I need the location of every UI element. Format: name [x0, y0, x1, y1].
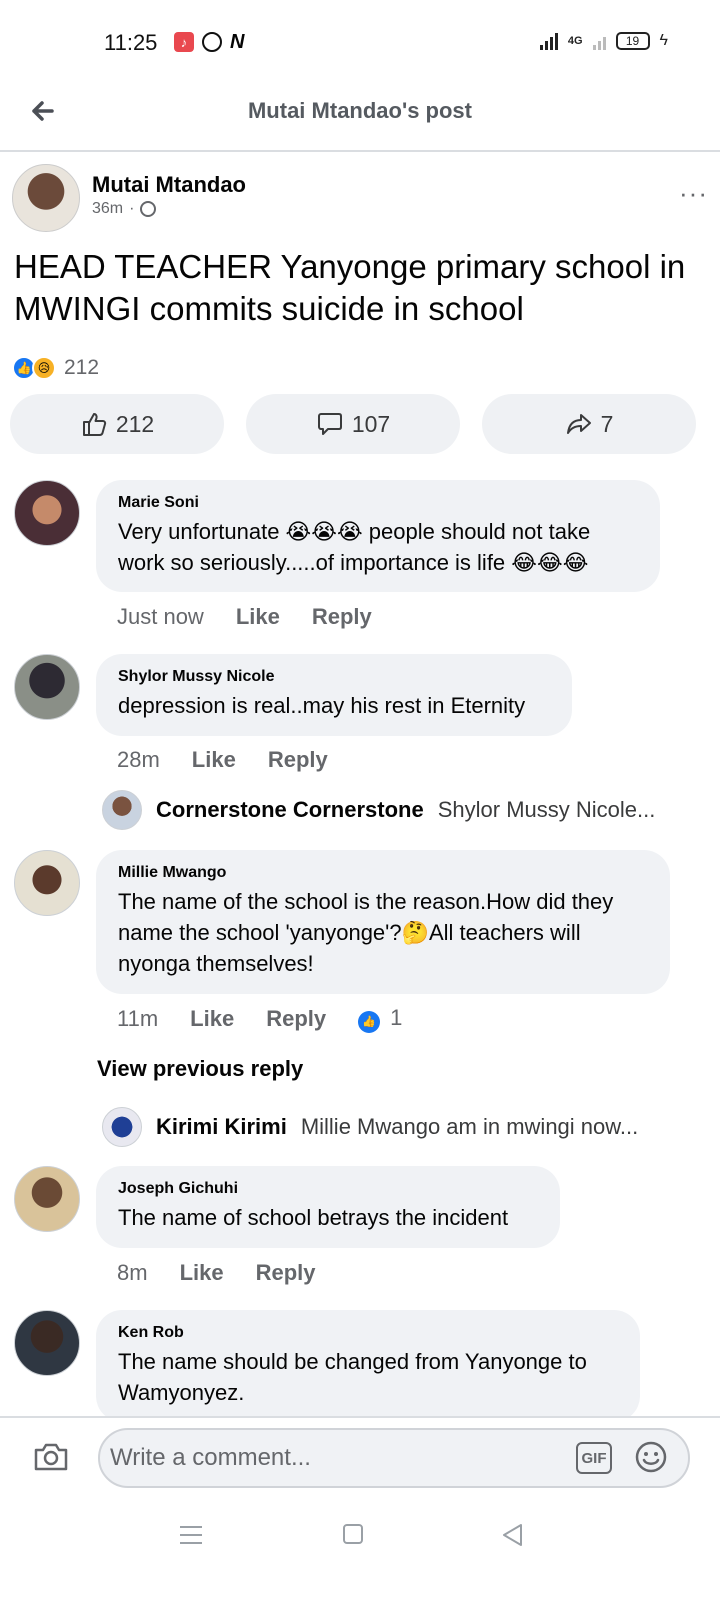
page-title: Mutai Mtandao's post [247, 98, 472, 123]
globe-icon [140, 201, 157, 217]
like-count: 212 [115, 410, 155, 437]
status-bar: 11:25 ♪ N 4G 19 ϟ [0, 0, 720, 80]
comment-reply-button[interactable]: Reply [266, 1006, 326, 1032]
comment-text: The name of school betrays the incident [118, 1205, 509, 1230]
comment-text: The name of the school is the reason.How… [118, 889, 614, 976]
comment-reply-button[interactable]: Reply [268, 747, 328, 773]
comment-time: 8m [117, 1260, 148, 1285]
commenter-name[interactable]: Joseph Gichuhi [118, 1180, 538, 1198]
comment-text: The name should be changed from Yanyonge… [118, 1349, 587, 1405]
like-button[interactable]: 212 [10, 394, 224, 454]
commenter-avatar-marie[interactable] [14, 480, 80, 546]
post-action-row: 212 107 7 [10, 394, 710, 454]
comment-like-button[interactable]: Like [190, 1006, 234, 1032]
network-type: 4G [567, 35, 583, 47]
reply-text: Shylor Mussy Nicole... [437, 797, 656, 822]
author-avatar[interactable] [12, 164, 80, 232]
comment-input[interactable] [110, 1438, 570, 1478]
comment-reply-button[interactable]: Reply [256, 1260, 316, 1286]
home-icon[interactable] [343, 1524, 363, 1544]
reply-author[interactable]: Kirimi Kirimi [156, 1114, 287, 1140]
status-indicators: 4G 19 ϟ [539, 32, 668, 50]
signal-secondary-icon [592, 32, 606, 50]
comment-reply-button[interactable]: Reply [312, 604, 372, 630]
battery-icon: 19 [615, 32, 650, 50]
comment-text: depression is real..may his rest in Eter… [118, 693, 526, 718]
gif-icon[interactable]: GIF [576, 1442, 612, 1474]
commenter-avatar-millie[interactable] [14, 850, 80, 916]
like-reaction-icon: 👍 [358, 1010, 381, 1033]
reaction-count: 212 [64, 356, 100, 379]
comment-like-button[interactable]: Like [192, 747, 236, 773]
commenter-avatar-joseph[interactable] [14, 1166, 80, 1232]
comment-actions: 11m Like Reply 👍 1 [117, 1005, 402, 1033]
comment-composer: GIF [0, 1416, 720, 1502]
commenter-name[interactable]: Marie Soni [118, 494, 638, 512]
post-time: 36m [92, 200, 124, 217]
commenter-name[interactable]: Ken Rob [118, 1324, 618, 1342]
post-header: Mutai Mtandao's post [0, 80, 720, 152]
camera-icon[interactable] [32, 1438, 70, 1476]
comment-text: Very unfortunate 😭😭😭 people should not t… [118, 519, 591, 575]
status-app-icons: ♪ N [174, 32, 244, 52]
comment-time: 28m [117, 747, 160, 772]
comment-actions: 8m Like Reply [117, 1260, 316, 1286]
comment-icon [317, 413, 342, 435]
reactions-summary[interactable]: 👍 😥 212 [12, 356, 99, 380]
share-icon [566, 414, 591, 434]
system-nav-bar [0, 1504, 720, 1600]
whatsapp-icon [202, 32, 222, 52]
status-time: 11:25 [104, 30, 158, 55]
commenter-name[interactable]: Shylor Mussy Nicole [118, 668, 550, 686]
comment-like-button[interactable]: Like [180, 1260, 224, 1286]
comment-reactions[interactable]: 👍 1 [358, 1005, 402, 1033]
post-author-row: Mutai Mtandao 36m · ··· [12, 164, 708, 234]
reply-preview[interactable]: Cornerstone Cornerstone Shylor Mussy Nic… [102, 790, 672, 830]
battery-level: 19 [625, 34, 640, 48]
comment-actions: Just now Like Reply [117, 604, 372, 630]
sad-reaction-icon: 😥 [32, 356, 56, 380]
comment-button[interactable]: 107 [246, 394, 460, 454]
charging-icon: ϟ [659, 32, 668, 49]
more-options-icon[interactable]: ··· [679, 178, 708, 209]
comment-count: 107 [351, 410, 391, 437]
comment-bubble[interactable]: Ken Rob The name should be changed from … [96, 1310, 640, 1422]
post-meta: 36m · [92, 200, 157, 218]
share-count: 7 [600, 410, 614, 437]
meta-separator: · [129, 200, 135, 217]
comment-like-count: 1 [390, 1005, 403, 1030]
comment-bubble[interactable]: Millie Mwango The name of the school is … [96, 850, 670, 994]
view-previous-reply[interactable]: View previous reply [97, 1056, 303, 1082]
tiktok-icon: ♪ [174, 32, 194, 52]
comment-like-button[interactable]: Like [236, 604, 280, 630]
comment-bubble[interactable]: Marie Soni Very unfortunate 😭😭😭 people s… [96, 480, 660, 592]
emoji-icon[interactable] [634, 1440, 668, 1474]
author-name[interactable]: Mutai Mtandao [92, 172, 246, 198]
commenter-name[interactable]: Millie Mwango [118, 864, 648, 882]
reply-preview[interactable]: Kirimi Kirimi Millie Mwango am in mwingi… [102, 1107, 672, 1147]
thumbs-up-icon [82, 413, 106, 436]
commenter-avatar-ken[interactable] [14, 1310, 80, 1376]
reply-avatar [102, 1107, 142, 1147]
comment-bubble[interactable]: Joseph Gichuhi The name of school betray… [96, 1166, 560, 1248]
comment-time: 11m [117, 1005, 159, 1031]
system-back-icon[interactable] [500, 1522, 526, 1548]
reply-text: Millie Mwango am in mwingi now... [300, 1114, 639, 1139]
comment-time: Just now [117, 604, 204, 629]
news-app-icon: N [230, 31, 245, 53]
share-button[interactable]: 7 [482, 394, 696, 454]
reply-avatar [102, 790, 142, 830]
recent-apps-icon[interactable] [180, 1526, 202, 1544]
comment-actions: 28m Like Reply [117, 747, 328, 773]
post-text: HEAD TEACHER Yanyonge primary school in … [14, 248, 686, 327]
commenter-avatar-shylor[interactable] [14, 654, 80, 720]
comment-bubble[interactable]: Shylor Mussy Nicole depression is real..… [96, 654, 572, 736]
reply-author[interactable]: Cornerstone Cornerstone [156, 797, 424, 823]
comment-input-wrapper: GIF [98, 1428, 690, 1488]
signal-icon [539, 32, 558, 50]
